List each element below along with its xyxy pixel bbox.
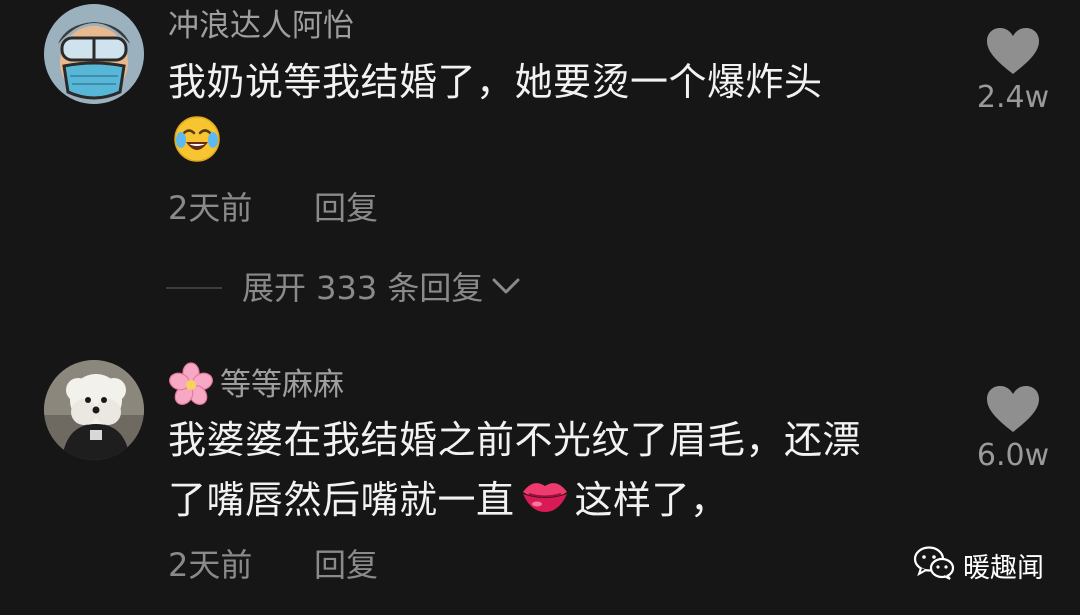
comment-text: 了嘴唇然后嘴就一直	[168, 477, 515, 522]
comment-text: 这样了，	[574, 477, 729, 522]
comment-text: 我奶说等我结婚了，她要烫一个爆炸头	[168, 60, 823, 104]
comment-list: 冲浪达人阿怡 我奶说等我结婚了，她要烫一个爆炸头 2天前 回复 2.4w 展开 …	[0, 0, 1080, 615]
like-button[interactable]: 2.4w	[958, 26, 1068, 116]
comment-text-line-2: 了嘴唇然后嘴就一直 这样了，	[168, 472, 729, 527]
chevron-down-icon	[491, 276, 521, 300]
reply-button[interactable]: 回复	[314, 545, 378, 585]
expand-replies-label: 展开 333 条回复	[242, 269, 484, 307]
crying-laughing-emoji	[172, 114, 222, 168]
divider	[166, 287, 222, 289]
heart-icon	[958, 26, 1068, 78]
like-button[interactable]: 6.0w	[958, 384, 1068, 474]
avatar[interactable]	[44, 360, 144, 460]
watermark-text: 暖趣闻	[963, 552, 1044, 584]
username-row[interactable]: 等等麻麻	[168, 362, 344, 408]
comment-time: 2天前	[168, 546, 253, 584]
watermark: 暖趣闻	[913, 545, 1044, 585]
like-count: 6.0w	[976, 438, 1050, 473]
cherry-blossom-emoji	[168, 362, 214, 408]
expand-replies-button[interactable]: 展开 333 条回复	[166, 266, 521, 310]
username: 等等麻麻	[220, 367, 344, 403]
kiss-lips-emoji	[519, 472, 571, 527]
reply-button[interactable]: 回复	[314, 188, 378, 228]
like-count: 2.4w	[976, 80, 1050, 115]
comment-text: 我婆婆在我结婚之前不光纹了眉毛，还漂	[168, 418, 862, 462]
comment-time: 2天前	[168, 189, 253, 227]
avatar[interactable]	[44, 4, 144, 104]
heart-icon	[958, 384, 1068, 436]
username[interactable]: 冲浪达人阿怡	[168, 6, 354, 46]
wechat-icon	[913, 545, 955, 585]
